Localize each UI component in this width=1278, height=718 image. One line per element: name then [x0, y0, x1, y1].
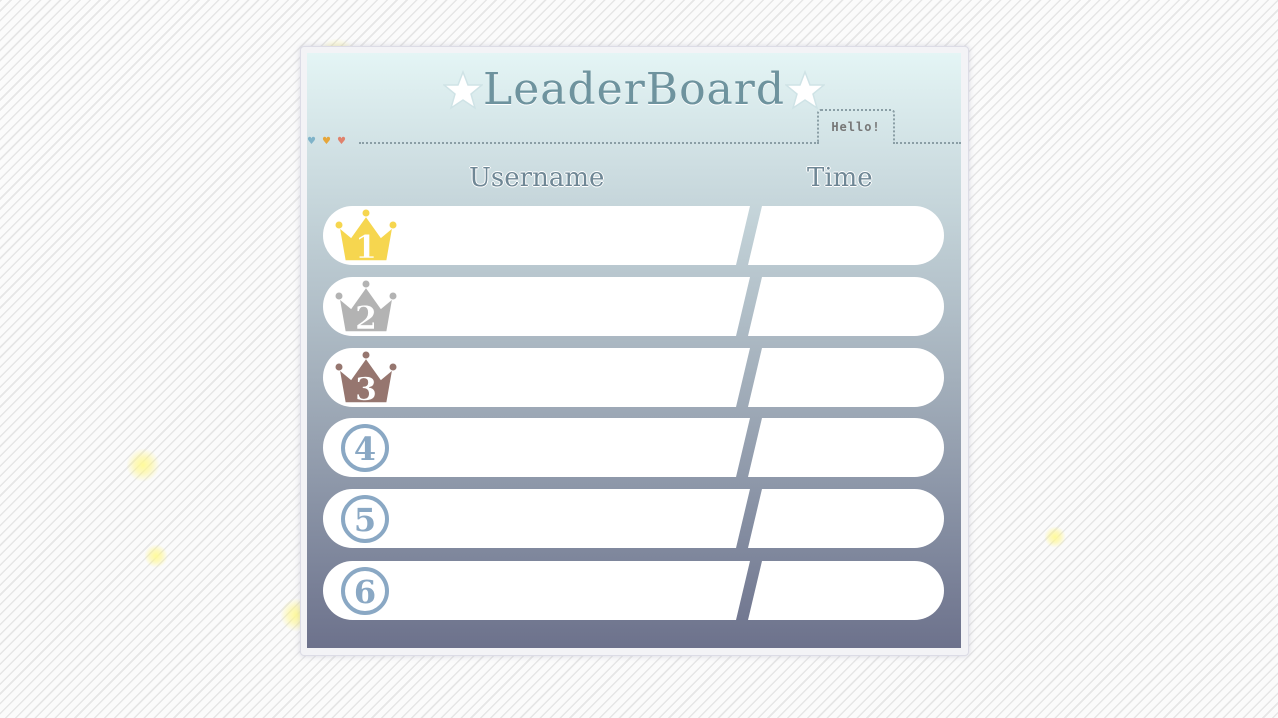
rank-circle-icon: 6 — [331, 561, 401, 620]
rank-number: 3 — [355, 370, 377, 407]
hello-tab: Hello! — [817, 109, 895, 144]
heart-icon: ♥ — [307, 136, 322, 147]
time-cell — [748, 489, 944, 548]
silver-crown-icon: 2 — [331, 277, 401, 336]
sparkle-decoration — [126, 448, 160, 482]
heart-icon: ♥ — [336, 136, 352, 147]
leaderboard-frame: LeaderBoard ♥♥♥ Hello! Username Time 1 2… — [300, 46, 969, 656]
leaderboard-row: 4 — [323, 418, 944, 477]
leaderboard-row: 2 — [323, 277, 944, 336]
time-cell — [748, 418, 944, 477]
bronze-crown-icon: 3 — [331, 348, 401, 407]
sparkle-decoration — [144, 544, 168, 568]
time-cell — [748, 561, 944, 620]
star-icon — [784, 70, 825, 110]
leaderboard-row: 1 — [323, 206, 944, 265]
sparkle-decoration — [1044, 526, 1066, 548]
leaderboard-row: 5 — [323, 489, 944, 548]
rank-circle-icon: 4 — [331, 418, 401, 477]
dotted-divider — [893, 142, 961, 144]
star-icon — [443, 70, 483, 110]
rank-number: 1 — [355, 228, 377, 265]
gold-crown-icon: 1 — [331, 206, 401, 265]
rank-number: 5 — [354, 501, 376, 539]
dotted-divider — [359, 142, 819, 144]
leaderboard-row: 3 — [323, 348, 944, 407]
time-column-header: Time — [807, 163, 873, 193]
time-cell — [748, 277, 944, 336]
time-cell — [748, 348, 944, 407]
rank-number: 4 — [354, 430, 376, 468]
leaderboard-panel: LeaderBoard ♥♥♥ Hello! Username Time 1 2… — [307, 53, 961, 648]
time-cell — [748, 206, 944, 265]
rank-circle-icon: 5 — [331, 489, 401, 548]
page-title: LeaderBoard — [483, 64, 785, 115]
heart-icon: ♥ — [321, 136, 337, 147]
username-column-header: Username — [469, 163, 605, 193]
leaderboard-row: 6 — [323, 561, 944, 620]
rank-number: 6 — [354, 573, 376, 611]
rank-number: 2 — [355, 299, 377, 336]
hearts-decoration: ♥♥♥ — [307, 136, 352, 147]
